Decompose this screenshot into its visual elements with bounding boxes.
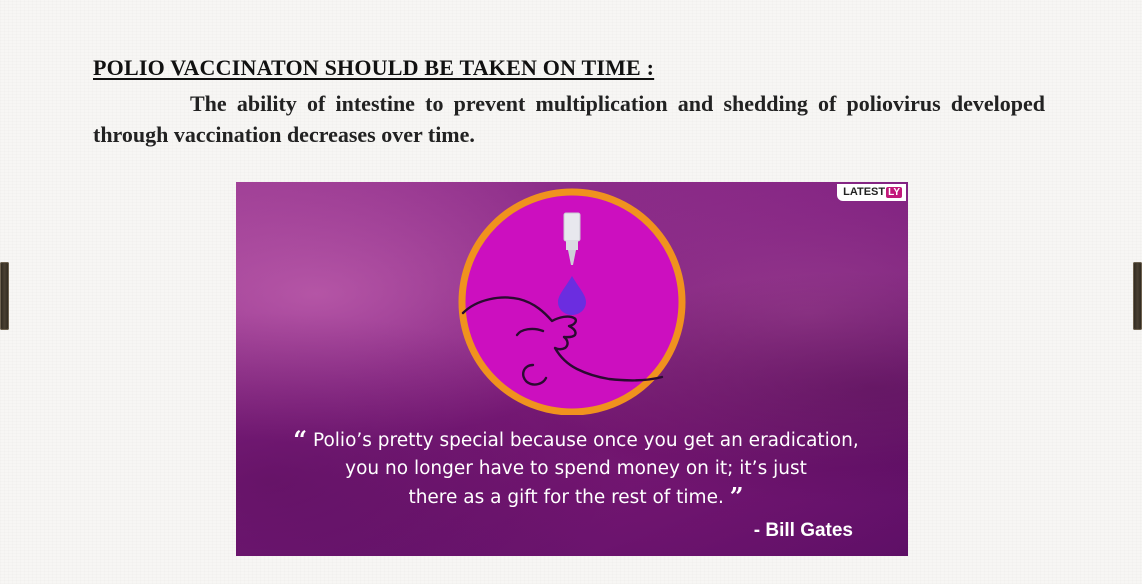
body-paragraph: The ability of intestine to prevent mult… xyxy=(93,91,1045,147)
brand-logo-text: LATEST xyxy=(843,186,886,198)
open-quote-mark: “ xyxy=(293,425,308,454)
quote-text: “ Polio’s pretty special because once yo… xyxy=(256,426,896,512)
brand-logo-badge: LY xyxy=(886,186,902,198)
close-quote-mark: ” xyxy=(729,482,744,511)
brand-logo: LATEST LY xyxy=(837,184,906,201)
quote-line-2: you no longer have to spend money on it;… xyxy=(345,458,807,479)
quote-line-3: there as a gift for the rest of time. xyxy=(408,487,724,508)
quote-poster-image: LATEST LY “ Polio’s pretty special becau… xyxy=(236,182,908,556)
left-page-edge xyxy=(0,262,9,330)
right-page-edge xyxy=(1133,262,1142,330)
quote-line-1: Polio’s pretty special because once you … xyxy=(312,430,859,451)
polio-drops-infant-icon xyxy=(458,188,686,415)
quote-author: - Bill Gates xyxy=(753,520,853,541)
section-heading: POLIO VACCINATON SHOULD BE TAKEN ON TIME… xyxy=(93,55,655,80)
